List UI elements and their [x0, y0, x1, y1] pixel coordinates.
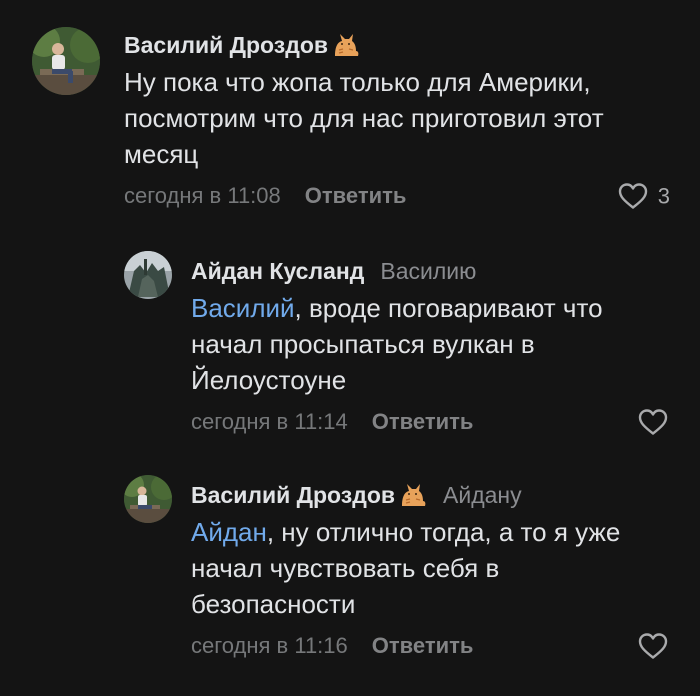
- cat-emoji-icon: [332, 32, 360, 58]
- comment-1: Василий Дроздов Ну пока что жопа только …: [0, 0, 700, 230]
- heart-icon: [618, 183, 647, 209]
- mention-link[interactable]: Василий: [191, 293, 295, 323]
- author-name[interactable]: Василий Дроздов: [191, 482, 395, 509]
- avatar[interactable]: [124, 475, 172, 523]
- like-button[interactable]: 3: [618, 183, 670, 210]
- comment-meta: сегодня в 11:14 Ответить: [191, 404, 668, 440]
- comment-meta: сегодня в 11:16 Ответить: [191, 628, 668, 664]
- like-count: 3: [657, 183, 670, 208]
- author-name[interactable]: Айдан Кусланд: [191, 258, 364, 285]
- comment-text: Василий, вроде поговаривают что начал пр…: [191, 293, 603, 395]
- avatar-photo: [32, 27, 100, 95]
- avatar[interactable]: [32, 27, 100, 95]
- comment-3: Василий Дроздов Айдану Айдан, ну отлично…: [0, 460, 700, 696]
- reply-to-label[interactable]: Василию: [380, 258, 476, 285]
- avatar[interactable]: [124, 251, 172, 299]
- avatar-photo: [124, 251, 172, 299]
- comment-2: Айдан Кусланд Василию Василий, вроде пог…: [0, 230, 700, 460]
- mention-link[interactable]: Айдан: [191, 517, 267, 547]
- comment-text: Ну пока что жопа только для Америки, пос…: [124, 67, 604, 169]
- comment-header: Айдан Кусланд Василию: [191, 256, 676, 286]
- like-button[interactable]: [638, 633, 668, 660]
- like-button[interactable]: [638, 409, 668, 436]
- cat-emoji-icon: [399, 482, 427, 508]
- comment-meta: сегодня в 11:08 Ответить 3: [124, 178, 670, 214]
- comment-text: Айдан, ну отлично тогда, а то я уже нача…: [191, 517, 621, 619]
- comment-timestamp: сегодня в 11:14: [191, 409, 348, 434]
- author-name[interactable]: Василий Дроздов: [124, 32, 328, 59]
- comment-header: Василий Дроздов Айдану: [191, 480, 676, 510]
- comment-timestamp: сегодня в 11:08: [124, 183, 281, 208]
- reply-button[interactable]: Ответить: [372, 633, 474, 659]
- reply-button[interactable]: Ответить: [305, 183, 407, 209]
- avatar-photo: [124, 475, 172, 523]
- reply-to-label[interactable]: Айдану: [443, 482, 522, 509]
- reply-button[interactable]: Ответить: [372, 409, 474, 435]
- heart-icon: [638, 633, 668, 659]
- comment-header: Василий Дроздов: [124, 30, 676, 60]
- comment-timestamp: сегодня в 11:16: [191, 633, 348, 658]
- heart-icon: [638, 409, 668, 435]
